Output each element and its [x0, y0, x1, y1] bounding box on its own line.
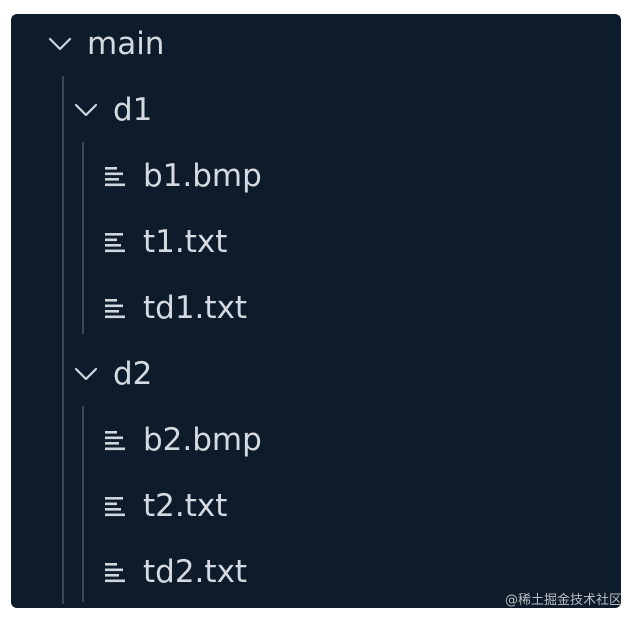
watermark: @稀土掘金技术社区	[504, 593, 622, 608]
file-label: b2.bmp	[143, 422, 262, 458]
tree-folder-d2[interactable]: d2	[73, 349, 152, 399]
file-label: td1.txt	[143, 290, 248, 326]
indent-guide-d2	[82, 406, 84, 602]
file-label: td2.txt	[143, 554, 248, 590]
tree-file-b1-bmp[interactable]: b1.bmp	[103, 151, 262, 201]
tree-folder-main[interactable]: main	[47, 19, 164, 69]
chevron-down-icon[interactable]	[73, 97, 99, 123]
indent-guide-d1	[82, 142, 84, 334]
file-lines-icon	[103, 230, 129, 254]
chevron-down-icon[interactable]	[47, 31, 73, 57]
file-lines-icon	[103, 164, 129, 188]
tree-file-td1-txt[interactable]: td1.txt	[103, 283, 247, 333]
tree-file-b2-bmp[interactable]: b2.bmp	[103, 415, 262, 465]
file-lines-icon	[103, 560, 129, 584]
file-label: t2.txt	[143, 488, 228, 524]
file-lines-icon	[103, 428, 129, 452]
file-label: b1.bmp	[143, 158, 262, 194]
folder-label-d2: d2	[113, 356, 153, 392]
tree-file-td2-txt[interactable]: td2.txt	[103, 547, 247, 597]
indent-guide-main	[62, 76, 64, 604]
folder-label-d1: d1	[113, 92, 153, 128]
file-label: t1.txt	[143, 224, 228, 260]
folder-label-main: main	[87, 26, 165, 62]
tree-file-t2-txt[interactable]: t2.txt	[103, 481, 227, 531]
tree-file-t1-txt[interactable]: t1.txt	[103, 217, 227, 267]
explorer-panel: main d1 b1.bmp t1.txt td1.txt d2 b2.bmp …	[11, 14, 621, 608]
tree-folder-d1[interactable]: d1	[73, 85, 152, 135]
chevron-down-icon[interactable]	[73, 361, 99, 387]
file-lines-icon	[103, 296, 129, 320]
file-lines-icon	[103, 494, 129, 518]
